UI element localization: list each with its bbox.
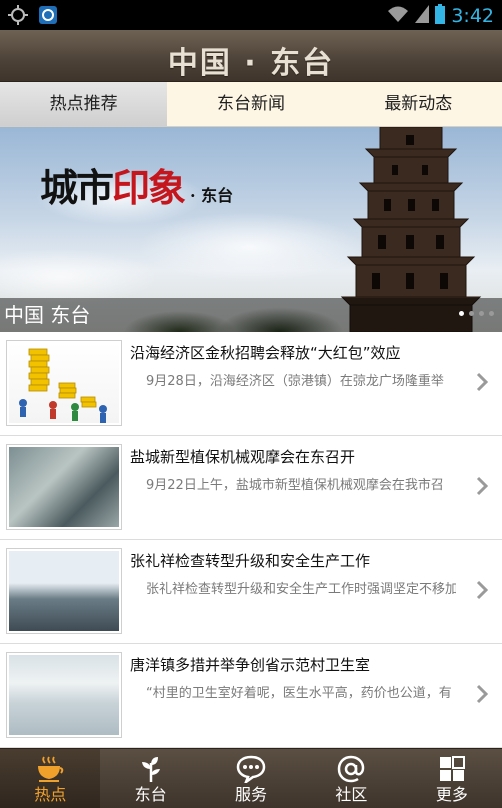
banner-carousel[interactable]: 城市印象 · 东台 中国 东台 (0, 127, 502, 332)
news-summary: 张礼祥检查转型升级和安全生产工作时强调坚定不移加 (146, 582, 456, 597)
calligraphy-suffix: · 东台 (190, 186, 234, 205)
calligraphy-main: 城市 (40, 165, 114, 210)
wifi-icon (387, 5, 409, 27)
news-item[interactable]: 唐洋镇多措并举争创省示范村卫生室 “村里的卫生室好着呢，医生水平高，药价也公道，… (0, 644, 502, 748)
carousel-dot[interactable] (459, 311, 464, 316)
news-list: 沿海经济区金秋招聘会释放“大红包”效应 9月28日，沿海经济区（弶港镇）在弶龙广… (0, 332, 502, 748)
news-thumbnail (6, 652, 122, 738)
carousel-indicator (459, 311, 494, 316)
machinery-exhibition-image (9, 447, 119, 527)
nav-label: 服务 (235, 785, 268, 804)
nav-hot[interactable]: 热点 (0, 749, 101, 808)
nav-label: 东台 (134, 785, 167, 804)
chevron-right-icon (476, 580, 489, 604)
carousel-dot[interactable] (479, 311, 484, 316)
news-title: 唐洋镇多措并举争创省示范村卫生室 (130, 656, 371, 674)
top-tabs: 热点推荐 东台新闻 最新动态 (0, 82, 502, 127)
title-bar: 中国 · 东台 (0, 30, 502, 82)
nav-label: 社区 (335, 785, 368, 804)
news-item[interactable]: 沿海经济区金秋招聘会释放“大红包”效应 9月28日，沿海经济区（弶港镇）在弶龙广… (0, 332, 502, 436)
nav-more[interactable]: 更多 (402, 749, 502, 808)
news-summary: 9月22日上午，盐城市新型植保机械观摩会在我市召 (146, 478, 444, 493)
banner-caption: 中国 东台 (4, 303, 91, 327)
news-item[interactable]: 张礼祥检查转型升级和安全生产工作 张礼祥检查转型升级和安全生产工作时强调坚定不移… (0, 540, 502, 644)
clock: 3:42 (451, 5, 494, 27)
gps-icon (8, 5, 28, 29)
carousel-dot[interactable] (489, 311, 494, 316)
banner-calligraphy: 城市印象 · 东台 (40, 157, 233, 212)
nav-community[interactable]: 社区 (301, 749, 401, 808)
status-bar: 3:42 (0, 0, 502, 30)
carousel-dot[interactable] (469, 311, 474, 316)
chevron-right-icon (476, 372, 489, 396)
news-thumbnail (6, 548, 122, 634)
nav-label: 热点 (34, 785, 67, 804)
chevron-right-icon (476, 476, 489, 500)
inspection-group-image (9, 551, 119, 631)
nav-label: 更多 (435, 785, 468, 804)
news-summary: 9月28日，沿海经济区（弶港镇）在弶龙广场隆重举 (146, 374, 444, 389)
chevron-right-icon (476, 684, 489, 708)
coin-stacks-image (19, 348, 107, 423)
tab-hot-recommend[interactable]: 热点推荐 (0, 82, 168, 126)
news-thumbnail (6, 444, 122, 530)
app-title: 中国 · 东台 (167, 46, 335, 81)
signal-icon (415, 5, 430, 27)
nav-service[interactable]: 服务 (201, 749, 301, 808)
nav-dongtai[interactable]: 东台 (100, 749, 200, 808)
tab-dongtai-news[interactable]: 东台新闻 (167, 82, 334, 126)
clinic-pharmacy-image (9, 655, 119, 735)
news-summary: “村里的卫生室好着呢，医生水平高，药价也公道，有 (146, 686, 452, 701)
news-thumbnail (6, 340, 122, 426)
battery-icon (435, 4, 446, 28)
news-title: 盐城新型植保机械观摩会在东召开 (130, 448, 356, 466)
news-title: 沿海经济区金秋招聘会释放“大红包”效应 (130, 344, 401, 362)
tab-latest-updates[interactable]: 最新动态 (335, 82, 502, 126)
bottom-nav: 热点 东台 服务 社区 更多 (0, 748, 502, 808)
calligraphy-red: 印象 (112, 165, 186, 210)
app-notification-icon (38, 5, 58, 29)
news-title: 张礼祥检查转型升级和安全生产工作 (130, 552, 371, 570)
news-item[interactable]: 盐城新型植保机械观摩会在东召开 9月22日上午，盐城市新型植保机械观摩会在我市召 (0, 436, 502, 540)
